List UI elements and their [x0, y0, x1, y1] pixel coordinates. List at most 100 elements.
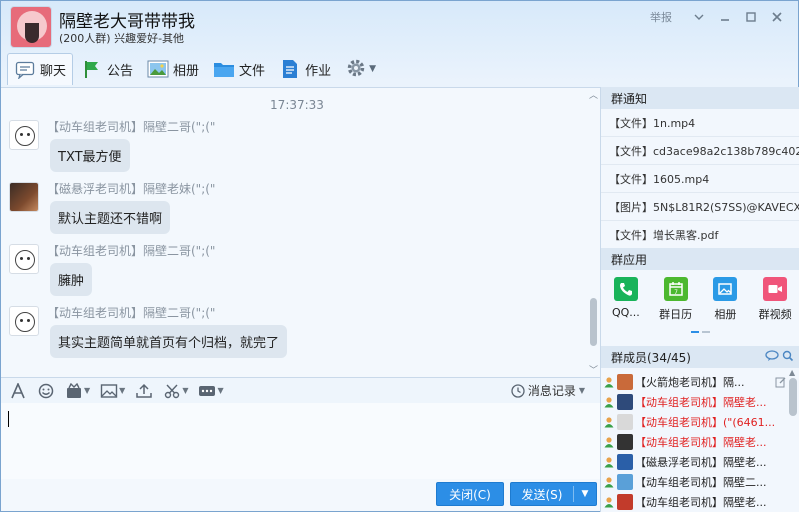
tab-files[interactable]: 文件: [207, 53, 271, 85]
history-label: 消息记录: [527, 384, 576, 398]
minimize-icon[interactable]: [712, 8, 738, 26]
sender-name[interactable]: 【磁悬浮老司机】隔壁老妹(";(": [47, 180, 215, 197]
close-icon[interactable]: [764, 8, 790, 26]
member-avatar[interactable]: [617, 474, 633, 490]
sender-avatar[interactable]: [9, 120, 39, 150]
notice-item[interactable]: 【文件】1n.mp4: [601, 109, 799, 137]
send-options-icon[interactable]: ▼: [574, 489, 596, 499]
member-row[interactable]: 【磁悬浮老司机】隔壁老...: [601, 452, 787, 472]
tab-chat[interactable]: 聊天: [7, 53, 74, 85]
member-user-icon: [603, 396, 615, 408]
message-bubble: 其实主题简单就首页有个归档，就完了: [50, 325, 288, 358]
notice-item[interactable]: 【图片】5N$L81R2(S7SS)@KAVECX...: [601, 193, 799, 221]
member-user-icon: [603, 436, 615, 448]
tab-album[interactable]: 相册: [141, 53, 205, 85]
members-count: 群成员(34/45): [611, 350, 691, 365]
scroll-down-icon[interactable]: ﹀: [587, 363, 600, 376]
notice-item[interactable]: 【文件】1605.mp4: [601, 165, 799, 193]
tab-label: 公告: [107, 63, 134, 79]
upload-icon[interactable]: [135, 383, 153, 399]
member-row[interactable]: 【动车组老司机】隔壁二...: [601, 472, 787, 492]
send-button[interactable]: 发送(S) ▼: [510, 482, 597, 506]
group-avatar[interactable]: [10, 6, 52, 48]
search-icon[interactable]: [782, 350, 794, 365]
notice-item[interactable]: 【文件】cd3ace98a2c138b789c4028...: [601, 137, 799, 165]
calendar-icon: 7: [663, 277, 688, 301]
gear-icon: [345, 57, 367, 82]
member-avatar[interactable]: [617, 454, 633, 470]
member-user-icon: [603, 456, 615, 468]
video-icon: [763, 277, 788, 301]
edit-icon[interactable]: [775, 376, 787, 391]
member-scrollbar[interactable]: ▲: [787, 368, 799, 512]
member-name: 【动车组老司机】隔壁老...: [635, 436, 767, 449]
group-name[interactable]: 隔壁老大哥带带我: [59, 7, 195, 32]
member-row[interactable]: 【动车组老司机】("(6461...: [601, 412, 787, 432]
member-row[interactable]: 【动车组老司机】隔壁老...: [601, 432, 787, 452]
clock-icon: [511, 383, 525, 398]
app-label: 群视频: [758, 308, 792, 321]
close-button[interactable]: 关闭(C): [436, 482, 504, 506]
member-avatar[interactable]: [617, 494, 633, 510]
member-user-icon: [603, 476, 615, 488]
member-user-icon: [603, 376, 615, 388]
notice-section-title: 群通知: [601, 87, 799, 109]
action-bar: 关闭(C) 发送(S) ▼: [1, 479, 600, 511]
sender-name[interactable]: 【动车组老司机】隔壁二哥(";(": [47, 304, 215, 321]
scrollbar-thumb[interactable]: [590, 298, 597, 346]
sender-name[interactable]: 【动车组老司机】隔壁二哥(";(": [47, 242, 215, 259]
right-panel: 群通知 【文件】1n.mp4 【文件】cd3ace98a2c138b789c40…: [600, 87, 799, 512]
emoji-icon[interactable]: [37, 383, 55, 399]
member-row[interactable]: 【动车组老司机】隔壁老...: [601, 392, 787, 412]
member-row[interactable]: 【动车组老司机】隔壁老...: [601, 492, 787, 512]
title-bar: 隔壁老大哥带带我 (200人群) 兴趣爱好-其他 举报: [1, 1, 798, 51]
input-toolbar: ▼ ▼ ▼ ▼ 消息记录 ▼: [1, 377, 600, 403]
notice-item[interactable]: 【文件】增长黑客.pdf: [601, 221, 799, 249]
text-caret: [8, 411, 9, 427]
bubble-icon[interactable]: [765, 350, 779, 365]
message-history-button[interactable]: 消息记录 ▼: [511, 382, 585, 399]
tab-label: 作业: [305, 63, 332, 79]
settings-menu[interactable]: ▼: [345, 57, 376, 82]
member-avatar[interactable]: [617, 394, 633, 410]
qq-group-chat-window: 隔壁老大哥带带我 (200人群) 兴趣爱好-其他 举报 聊天 公告 相册 文件: [0, 0, 799, 512]
member-avatar[interactable]: [617, 414, 633, 430]
tab-homework[interactable]: 作业: [273, 53, 337, 85]
font-icon[interactable]: [9, 382, 27, 399]
chat-history[interactable]: 17:37:33 【动车组老司机】隔壁二哥(";(" TXT最方便 【磁悬浮老司…: [1, 87, 600, 377]
scroll-up-icon[interactable]: ▲: [789, 368, 795, 377]
chevron-down-icon: ▼: [369, 64, 376, 74]
member-name: 【动车组老司机】隔壁二...: [635, 476, 767, 489]
screenshot-icon[interactable]: ▼: [163, 383, 188, 399]
apps-pager[interactable]: [601, 331, 799, 333]
vip-emoji-icon[interactable]: ▼: [65, 382, 90, 399]
scroll-up-icon[interactable]: ︿: [587, 88, 600, 101]
more-tools-icon[interactable]: ▼: [198, 383, 224, 399]
chat-scrollbar[interactable]: ︿ ﹀: [587, 88, 600, 378]
tab-bar: 聊天 公告 相册 文件 作业 ▼: [7, 52, 376, 86]
image-icon[interactable]: ▼: [100, 383, 125, 399]
member-name: 【动车组老司机】隔壁老...: [635, 396, 767, 409]
member-name: 【动车组老司机】("(6461...: [635, 416, 776, 429]
message-input[interactable]: [1, 403, 600, 479]
sender-name[interactable]: 【动车组老司机】隔壁二哥(";(": [47, 118, 215, 135]
sender-avatar[interactable]: [9, 306, 39, 336]
app-label: 群日历: [659, 308, 693, 321]
report-link[interactable]: 举报: [650, 9, 672, 25]
member-name: 【磁悬浮老司机】隔壁老...: [635, 456, 767, 469]
message-bubble: 臃肿: [50, 263, 93, 296]
message-timestamp: 17:37:33: [270, 98, 324, 112]
tab-label: 文件: [239, 63, 266, 79]
scrollbar-thumb[interactable]: [789, 378, 797, 416]
chat-icon: [14, 60, 36, 80]
member-avatar[interactable]: [617, 374, 633, 390]
menu-icon[interactable]: [686, 8, 712, 26]
sender-avatar[interactable]: [9, 182, 39, 212]
phone-icon: [613, 277, 638, 301]
tab-notice[interactable]: 公告: [75, 53, 139, 85]
member-row[interactable]: 【火箭炮老司机】隔...: [601, 372, 787, 392]
sender-avatar[interactable]: [9, 244, 39, 274]
maximize-icon[interactable]: [738, 8, 764, 26]
apps-section-title: 群应用: [601, 248, 799, 270]
member-avatar[interactable]: [617, 434, 633, 450]
